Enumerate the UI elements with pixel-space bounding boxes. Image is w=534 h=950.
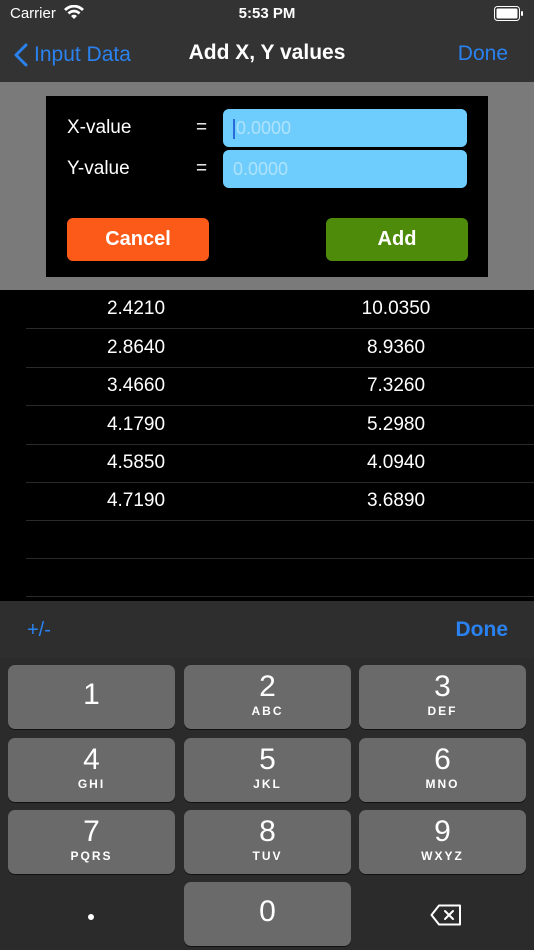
table-row[interactable]: 2.8640 8.9360 (26, 329, 534, 368)
plus-minus-button[interactable]: +/- (27, 619, 51, 642)
y-cell: 4.0940 (366, 452, 426, 473)
key-7[interactable]: 7 PQRS (8, 810, 175, 874)
y-cell: 8.9360 (366, 337, 426, 358)
empty-table-row (26, 558, 534, 597)
key-letters: DEF (427, 704, 458, 718)
key-letters: TUV (252, 849, 283, 863)
empty-table-row (26, 520, 534, 559)
x-cell: 4.5850 (106, 452, 166, 473)
key-letters: GHI (77, 777, 106, 791)
key-1[interactable]: 1 (8, 665, 175, 729)
key-9[interactable]: 9 WXYZ (359, 810, 526, 874)
table-row[interactable]: 4.7190 3.6890 (26, 482, 534, 521)
table-row[interactable]: 4.1790 5.2980 (26, 406, 534, 445)
key-0[interactable]: 0 (184, 882, 351, 946)
y-value-placeholder: 0.0000 (233, 159, 289, 179)
key-digit: 4 (83, 743, 100, 776)
key-digit: 0 (259, 895, 276, 928)
key-digit: 5 (259, 743, 276, 776)
key-letters: WXYZ (421, 849, 464, 863)
battery-icon (494, 6, 523, 21)
key-letters: PQRS (70, 849, 113, 863)
x-value-label: X-value (67, 117, 132, 138)
key-digit: 6 (434, 743, 451, 776)
key-2[interactable]: 2 ABC (184, 665, 351, 729)
page-title: Add X, Y values (188, 41, 346, 64)
key-digit: 8 (259, 815, 276, 848)
backspace-key[interactable] (359, 882, 526, 946)
table-row[interactable]: 4.5850 4.0940 (26, 444, 534, 483)
x-cell: 4.1790 (106, 414, 166, 435)
y-cell: 5.2980 (366, 414, 426, 435)
x-cell: 4.7190 (106, 490, 166, 511)
key-3[interactable]: 3 DEF (359, 665, 526, 729)
y-cell: 7.3260 (366, 375, 426, 396)
y-cell: 3.6890 (366, 490, 426, 511)
x-cell: 2.8640 (106, 337, 166, 358)
x-cell: 2.4210 (106, 298, 166, 319)
cancel-button[interactable]: Cancel (67, 218, 209, 261)
text-caret (233, 119, 235, 140)
key-digit: 1 (83, 678, 100, 711)
y-equals-sign: = (196, 158, 208, 179)
done-button[interactable]: Done (458, 42, 508, 66)
decimal-point-icon (88, 914, 94, 920)
key-digit: 9 (434, 815, 451, 848)
xy-data-table: 2.4210 10.0350 2.8640 8.9360 3.4660 7.32… (0, 290, 534, 601)
keyboard-done-button[interactable]: Done (456, 618, 509, 642)
decimal-key[interactable] (8, 882, 175, 946)
table-row[interactable]: 2.4210 10.0350 (26, 290, 534, 329)
x-cell: 3.4660 (106, 375, 166, 396)
key-digit: 3 (434, 670, 451, 703)
x-equals-sign: = (196, 117, 208, 138)
y-value-field[interactable]: 0.0000 (223, 150, 467, 188)
x-value-placeholder: 0.0000 (236, 118, 292, 138)
navigation-bar: Input Data Add X, Y values Done (0, 30, 534, 82)
table-row[interactable]: 3.4660 7.3260 (26, 367, 534, 406)
key-6[interactable]: 6 MNO (359, 738, 526, 802)
key-8[interactable]: 8 TUV (184, 810, 351, 874)
key-4[interactable]: 4 GHI (8, 738, 175, 802)
y-value-label: Y-value (67, 158, 130, 179)
status-bar: Carrier 5:53 PM (0, 0, 534, 30)
entry-form: X-value = 0.0000 Y-value = 0.0000 Cancel… (46, 96, 488, 277)
key-letters: MNO (425, 777, 460, 791)
x-value-field[interactable]: 0.0000 (223, 109, 467, 147)
key-digit: 2 (259, 670, 276, 703)
numeric-keypad: 1 2 ABC 3 DEF 4 GHI 5 JKL 6 MNO 7 PQRS 8… (0, 658, 534, 950)
status-time: 5:53 PM (238, 5, 296, 22)
keyboard-toolbar: +/- Done (0, 601, 534, 658)
key-5[interactable]: 5 JKL (184, 738, 351, 802)
key-digit: 7 (83, 815, 100, 848)
y-cell: 10.0350 (361, 298, 431, 319)
add-button[interactable]: Add (326, 218, 468, 261)
key-letters: ABC (251, 704, 284, 718)
key-letters: JKL (253, 777, 282, 791)
backspace-icon (430, 904, 461, 926)
